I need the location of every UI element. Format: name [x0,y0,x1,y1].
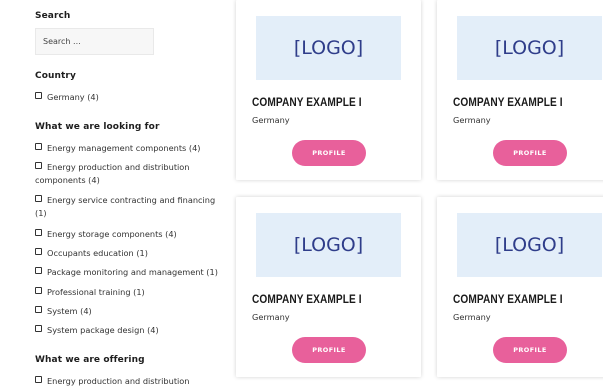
filter-label: System package design (4) [47,325,159,335]
search-input[interactable] [35,28,154,55]
looking-for-title: What we are looking for [35,122,160,132]
filter-label: Energy service contracting and financing… [35,195,216,218]
filter-label: Professional training (1) [47,287,145,297]
logo-text: [LOGO] [494,37,565,59]
company-country: Germany [453,312,491,322]
filter-label: Energy management components (4) [47,143,201,153]
logo-text: [LOGO] [293,234,364,256]
filter-label: Energy production and distribution [47,376,190,386]
checkbox[interactable] [35,248,42,255]
company-card: [LOGO] COMPANY EXAMPLE I Germany PROFILE [437,197,603,377]
checkbox[interactable] [35,287,42,294]
filter-looking-for-item[interactable]: Professional training (1) [35,286,225,299]
filter-label: Energy production and distribution compo… [35,162,190,185]
filter-looking-for-item[interactable]: Package monitoring and management (1) [35,266,225,279]
checkbox[interactable] [35,195,42,202]
company-name: COMPANY EXAMPLE I [453,294,563,306]
checkbox[interactable] [35,92,42,99]
company-country: Germany [252,312,290,322]
filter-label: Occupants education (1) [47,248,148,258]
filter-looking-for-item[interactable]: Energy service contracting and financing… [35,194,225,219]
company-name: COMPANY EXAMPLE I [252,97,362,109]
filter-looking-for-item[interactable]: System (4) [35,305,225,318]
company-card: [LOGO] COMPANY EXAMPLE I Germany PROFILE [437,0,603,180]
logo-text: [LOGO] [293,37,364,59]
company-name: COMPANY EXAMPLE I [252,294,362,306]
company-logo-placeholder: [LOGO] [457,16,602,80]
filter-looking-for-item[interactable]: Energy production and distribution compo… [35,161,225,186]
company-logo-placeholder: [LOGO] [457,213,602,277]
filter-looking-for-item[interactable]: System package design (4) [35,324,225,337]
profile-button[interactable]: PROFILE [292,337,366,363]
offering-title: What we are offering [35,355,145,365]
filter-country-germany[interactable]: Germany (4) [35,91,225,104]
filter-label: System (4) [47,306,92,316]
filter-label: Package monitoring and management (1) [47,267,218,277]
checkbox[interactable] [35,267,42,274]
checkbox[interactable] [35,376,42,383]
checkbox[interactable] [35,143,42,150]
company-card: [LOGO] COMPANY EXAMPLE I Germany PROFILE [236,197,421,377]
profile-button[interactable]: PROFILE [493,337,567,363]
checkbox[interactable] [35,162,42,169]
country-title: Country [35,71,76,81]
filter-looking-for-item[interactable]: Energy storage components (4) [35,228,225,241]
filter-label: Energy storage components (4) [47,229,177,239]
company-logo-placeholder: [LOGO] [256,16,401,80]
checkbox[interactable] [35,325,42,332]
search-title: Search [35,11,71,21]
company-name: COMPANY EXAMPLE I [453,97,563,109]
profile-button[interactable]: PROFILE [493,140,567,166]
logo-text: [LOGO] [494,234,565,256]
filter-label: Germany (4) [47,92,99,102]
checkbox[interactable] [35,306,42,313]
filter-looking-for-item[interactable]: Energy management components (4) [35,142,225,155]
profile-button[interactable]: PROFILE [292,140,366,166]
company-card: [LOGO] COMPANY EXAMPLE I Germany PROFILE [236,0,421,180]
company-country: Germany [252,115,290,125]
company-logo-placeholder: [LOGO] [256,213,401,277]
company-country: Germany [453,115,491,125]
checkbox[interactable] [35,229,42,236]
filter-looking-for-item[interactable]: Occupants education (1) [35,247,225,260]
